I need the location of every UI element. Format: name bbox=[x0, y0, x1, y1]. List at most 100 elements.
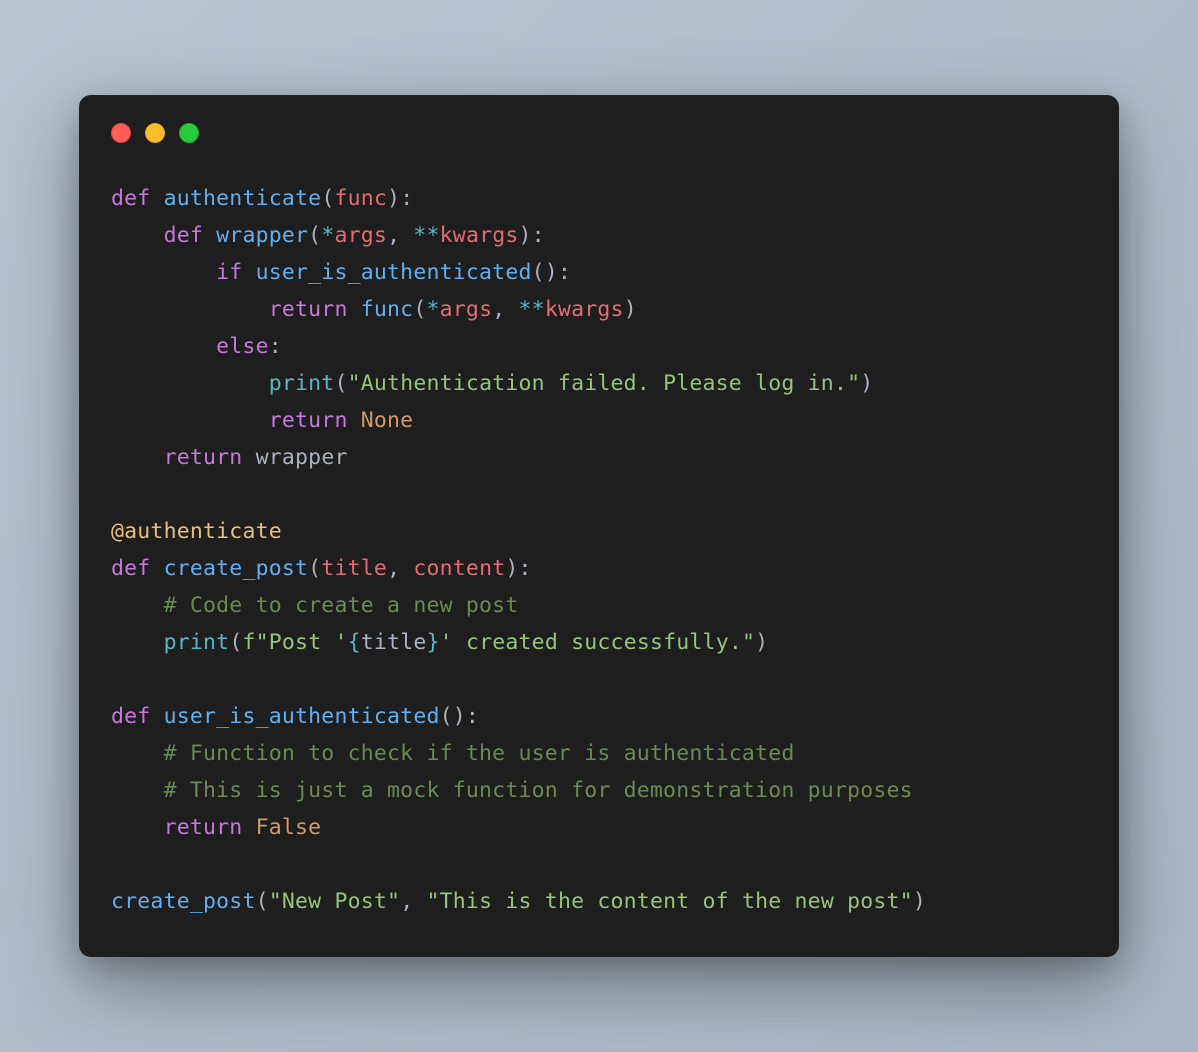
code-token: ) bbox=[624, 297, 637, 322]
minimize-icon[interactable] bbox=[145, 123, 165, 143]
code-token: } bbox=[427, 630, 440, 655]
code-token: ( bbox=[413, 297, 426, 322]
code-token: else bbox=[216, 334, 269, 359]
code-token: # Code to create a new post bbox=[164, 593, 519, 618]
code-token: , bbox=[400, 889, 426, 914]
code-line: def create_post(title, content): bbox=[111, 551, 1087, 588]
code-token: : bbox=[269, 334, 282, 359]
code-token: ** bbox=[413, 223, 439, 248]
code-token: return bbox=[164, 815, 256, 840]
code-token: if bbox=[216, 260, 255, 285]
code-line: # Code to create a new post bbox=[111, 588, 1087, 625]
code-token: func bbox=[334, 186, 387, 211]
code-token: def bbox=[111, 704, 164, 729]
code-token: (): bbox=[440, 704, 479, 729]
code-token: ** bbox=[519, 297, 545, 322]
code-token: f"Post ' bbox=[242, 630, 347, 655]
code-line: return wrapper bbox=[111, 440, 1087, 477]
code-line bbox=[111, 662, 1087, 699]
code-token bbox=[111, 630, 164, 655]
code-token: ) bbox=[755, 630, 768, 655]
code-token: # Function to check if the user is authe… bbox=[164, 741, 795, 766]
code-line: print(f"Post '{title}' created successfu… bbox=[111, 625, 1087, 662]
code-token: "Authentication failed. Please log in." bbox=[348, 371, 861, 396]
code-content: def authenticate(func): def wrapper(*arg… bbox=[111, 181, 1087, 920]
code-token bbox=[111, 334, 216, 359]
code-token bbox=[111, 371, 269, 396]
code-line: print("Authentication failed. Please log… bbox=[111, 366, 1087, 403]
code-token: False bbox=[256, 815, 322, 840]
code-token: ): bbox=[387, 186, 413, 211]
code-token: ( bbox=[334, 371, 347, 396]
code-line: return None bbox=[111, 403, 1087, 440]
code-token: create_post bbox=[164, 556, 309, 581]
code-token: return bbox=[164, 445, 256, 470]
code-token: "New Post" bbox=[269, 889, 400, 914]
code-token: kwargs bbox=[440, 223, 519, 248]
code-line: # Function to check if the user is authe… bbox=[111, 736, 1087, 773]
code-line: def user_is_authenticated(): bbox=[111, 699, 1087, 736]
code-line: else: bbox=[111, 329, 1087, 366]
code-token: * bbox=[426, 297, 439, 322]
code-token bbox=[111, 593, 164, 618]
code-token bbox=[111, 445, 164, 470]
code-token: print bbox=[269, 371, 335, 396]
code-token: print bbox=[164, 630, 230, 655]
code-line: create_post("New Post", "This is the con… bbox=[111, 884, 1087, 921]
code-token: (): bbox=[532, 260, 571, 285]
code-window: def authenticate(func): def wrapper(*arg… bbox=[79, 95, 1119, 956]
code-token: ( bbox=[256, 889, 269, 914]
code-token: def bbox=[111, 186, 164, 211]
code-token: authenticate bbox=[164, 186, 322, 211]
code-line bbox=[111, 477, 1087, 514]
code-token bbox=[111, 778, 164, 803]
code-token: def bbox=[164, 223, 217, 248]
code-token: ( bbox=[229, 630, 242, 655]
code-line: def wrapper(*args, **kwargs): bbox=[111, 218, 1087, 255]
code-token: wrapper bbox=[256, 445, 348, 470]
code-line: # This is just a mock function for demon… bbox=[111, 773, 1087, 810]
code-token: "This is the content of the new post" bbox=[427, 889, 913, 914]
code-line: def authenticate(func): bbox=[111, 181, 1087, 218]
code-token: , bbox=[492, 297, 518, 322]
code-token bbox=[111, 297, 269, 322]
code-line: @authenticate bbox=[111, 514, 1087, 551]
code-token: user_is_authenticated bbox=[164, 704, 440, 729]
code-token: title bbox=[321, 556, 387, 581]
code-token bbox=[111, 815, 164, 840]
code-token bbox=[111, 223, 164, 248]
code-token: func bbox=[361, 297, 414, 322]
close-icon[interactable] bbox=[111, 123, 131, 143]
code-token: ( bbox=[308, 223, 321, 248]
window-titlebar bbox=[111, 123, 1087, 143]
code-token: ): bbox=[519, 223, 545, 248]
code-token: content bbox=[413, 556, 505, 581]
code-token: return bbox=[269, 297, 361, 322]
code-token: wrapper bbox=[216, 223, 308, 248]
code-line: return False bbox=[111, 810, 1087, 847]
code-token: title bbox=[361, 630, 427, 655]
code-token: ): bbox=[505, 556, 531, 581]
code-token: args bbox=[440, 297, 493, 322]
code-token: , bbox=[387, 556, 413, 581]
code-line bbox=[111, 847, 1087, 884]
code-token bbox=[111, 260, 216, 285]
code-token: return bbox=[269, 408, 361, 433]
code-token: { bbox=[348, 630, 361, 655]
code-line: if user_is_authenticated(): bbox=[111, 255, 1087, 292]
maximize-icon[interactable] bbox=[179, 123, 199, 143]
code-token: args bbox=[334, 223, 387, 248]
code-token bbox=[111, 408, 269, 433]
code-token: , bbox=[387, 223, 413, 248]
code-token: ) bbox=[913, 889, 926, 914]
code-line: return func(*args, **kwargs) bbox=[111, 292, 1087, 329]
code-token: user_is_authenticated bbox=[256, 260, 532, 285]
code-token: def bbox=[111, 556, 164, 581]
code-token: None bbox=[361, 408, 414, 433]
code-token: ) bbox=[860, 371, 873, 396]
code-token: * bbox=[321, 223, 334, 248]
code-token: ( bbox=[308, 556, 321, 581]
code-token: create_post bbox=[111, 889, 256, 914]
code-token: ' created successfully." bbox=[440, 630, 755, 655]
code-token: kwargs bbox=[545, 297, 624, 322]
